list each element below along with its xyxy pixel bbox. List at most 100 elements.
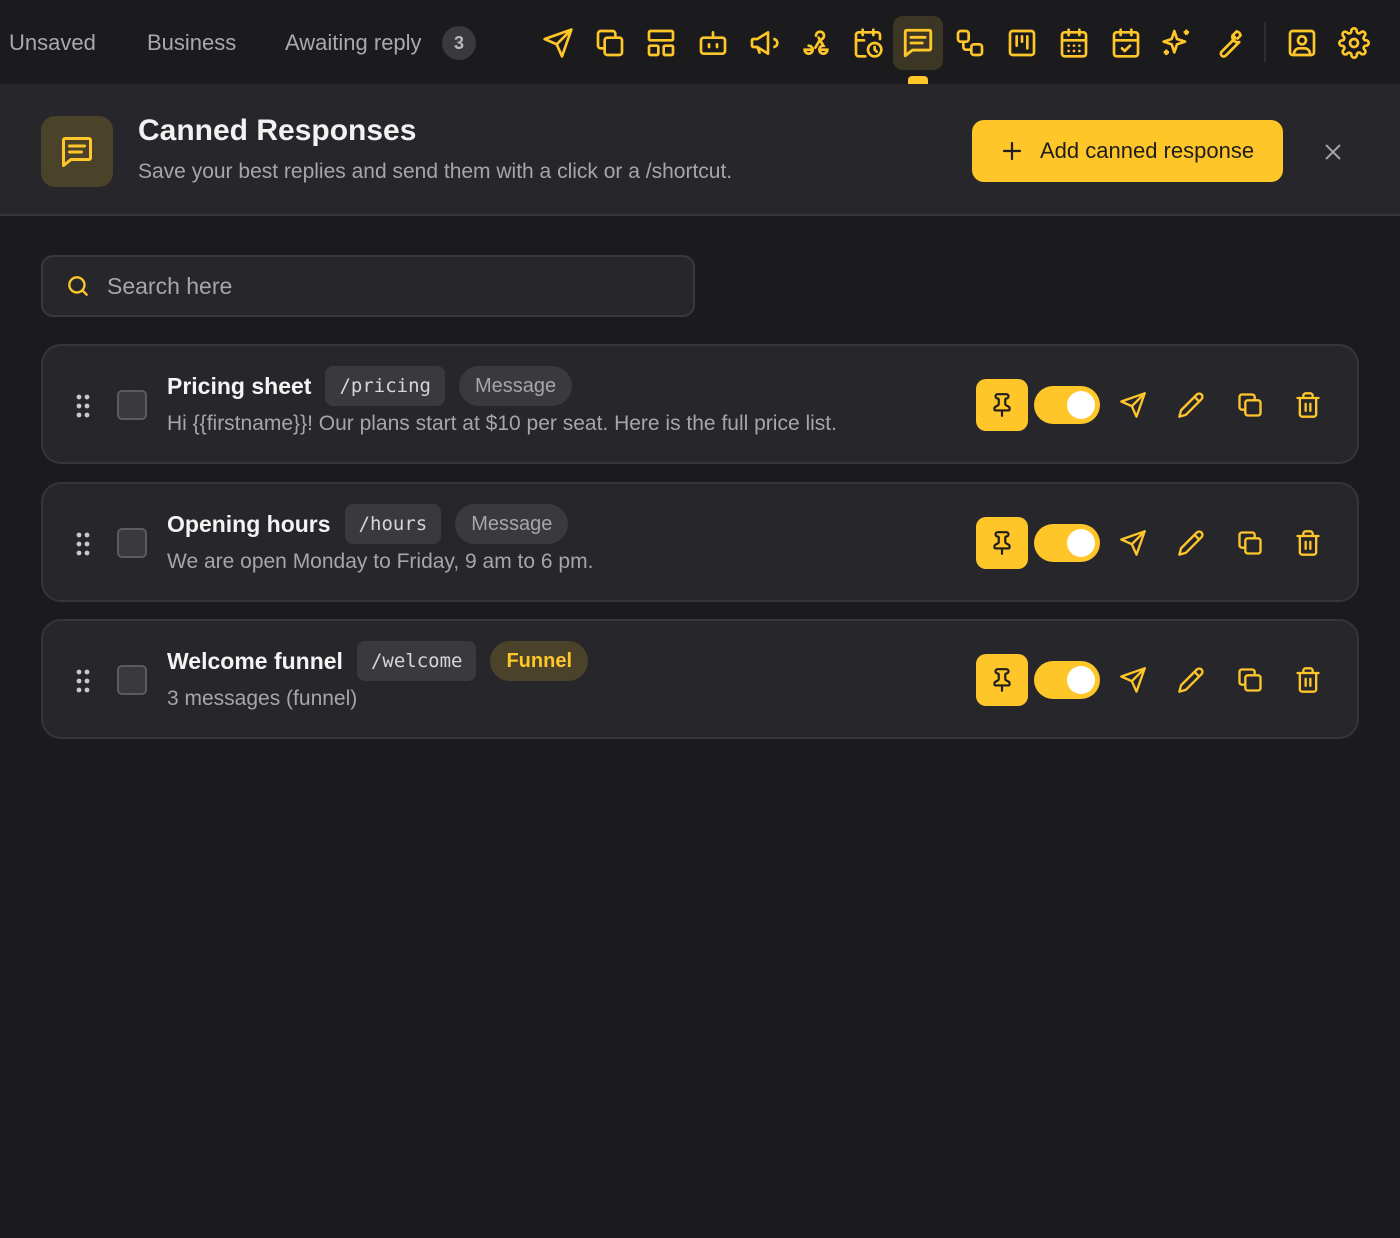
broadcast-tool-button[interactable]: [739, 16, 789, 70]
webhook-tool-button[interactable]: [791, 16, 841, 70]
canned-response-card: Pricing sheet /pricing Message Hi {{firs…: [41, 344, 1359, 464]
enabled-toggle[interactable]: [1034, 386, 1100, 424]
close-icon: [1325, 144, 1341, 160]
robot-icon: [699, 31, 727, 55]
delete-button[interactable]: [1291, 526, 1325, 560]
layout-tool-button[interactable]: [636, 16, 686, 70]
response-shortcut: /pricing: [325, 366, 445, 406]
calendar-clock-icon: [854, 28, 883, 58]
calendar-check-icon: [1112, 28, 1140, 58]
toggle-knob: [1067, 529, 1095, 557]
top-bar: Unsaved Business Awaiting reply 3: [0, 0, 1400, 84]
trash-icon: [1296, 392, 1320, 418]
appointments-tool-button[interactable]: [1101, 16, 1151, 70]
enabled-toggle[interactable]: [1034, 524, 1100, 562]
pin-button[interactable]: [976, 517, 1028, 569]
search-icon: [68, 276, 88, 296]
send-icon: [543, 28, 573, 58]
pin-icon: [993, 668, 1011, 692]
toggle-knob: [1067, 666, 1095, 694]
drag-handle-icon[interactable]: [76, 669, 90, 693]
trash-icon: [1296, 530, 1320, 556]
filter-tab-awaiting-reply[interactable]: Awaiting reply: [285, 26, 422, 60]
pin-button[interactable]: [976, 654, 1028, 706]
webhook-icon: [803, 30, 829, 55]
send-icon: [1120, 667, 1146, 693]
calendar-tool-button[interactable]: [1049, 16, 1099, 70]
delete-button[interactable]: [1291, 663, 1325, 697]
select-checkbox[interactable]: [117, 390, 147, 420]
sparkles-icon: [1162, 29, 1189, 55]
send-tool-button[interactable]: [533, 16, 583, 70]
message-square-icon: [903, 28, 933, 58]
filter-tab-unsaved[interactable]: Unsaved: [9, 26, 96, 60]
duplicate-button[interactable]: [1233, 663, 1267, 697]
add-canned-response-button[interactable]: Add canned response: [972, 120, 1283, 182]
kanban-icon: [1008, 29, 1036, 57]
copy-tool-button[interactable]: [585, 16, 635, 70]
pin-button[interactable]: [976, 379, 1028, 431]
canned-response-card: Opening hours /hours Message We are open…: [41, 482, 1359, 602]
kanban-tool-button[interactable]: [997, 16, 1047, 70]
response-title: Opening hours: [167, 510, 331, 537]
awaiting-reply-count-badge: 3: [442, 26, 476, 60]
send-icon: [1120, 392, 1146, 418]
delete-button[interactable]: [1291, 388, 1325, 422]
toolbar-divider: [1264, 22, 1266, 62]
plus-icon: [1002, 141, 1022, 161]
layout-icon: [647, 29, 675, 57]
drag-handle-icon[interactable]: [76, 532, 90, 556]
page-header: Canned Responses Save your best replies …: [0, 84, 1400, 216]
ai-tool-button[interactable]: [1152, 16, 1202, 70]
edit-button[interactable]: [1174, 388, 1208, 422]
pin-icon: [993, 531, 1011, 555]
close-button[interactable]: [1316, 135, 1350, 169]
pencil-icon: [1178, 530, 1204, 556]
header-icon-box: [41, 116, 113, 187]
page-title: Canned Responses: [138, 114, 417, 147]
schedule-tool-button[interactable]: [843, 16, 893, 70]
pin-icon: [993, 393, 1011, 417]
search-input[interactable]: [107, 272, 693, 300]
calendar-grid-icon: [1060, 28, 1088, 58]
duplicate-button[interactable]: [1233, 526, 1267, 560]
add-canned-response-label: Add canned response: [1040, 138, 1255, 163]
copy-icon: [1238, 668, 1262, 692]
edit-button[interactable]: [1174, 526, 1208, 560]
workflow-icon: [956, 29, 984, 57]
pencil-icon: [1178, 392, 1204, 418]
drag-handle-icon[interactable]: [76, 394, 90, 418]
response-preview: We are open Monday to Friday, 9 am to 6 …: [167, 550, 594, 573]
trash-icon: [1296, 667, 1320, 693]
select-checkbox[interactable]: [117, 665, 147, 695]
wrench-icon: [1219, 30, 1242, 58]
response-preview: 3 messages (funnel): [167, 687, 358, 710]
filter-tab-business[interactable]: Business: [147, 26, 236, 60]
response-type-badge: Message: [458, 366, 573, 406]
megaphone-icon: [750, 31, 779, 55]
send-button[interactable]: [1116, 663, 1150, 697]
settings-tool-button[interactable]: [1329, 16, 1379, 70]
enabled-toggle[interactable]: [1034, 661, 1100, 699]
edit-button[interactable]: [1174, 663, 1208, 697]
duplicate-button[interactable]: [1233, 388, 1267, 422]
response-preview: Hi {{firstname}}! Our plans start at $10…: [167, 412, 837, 435]
active-tool-indicator: [908, 76, 928, 84]
contacts-tool-button[interactable]: [1277, 16, 1327, 70]
send-button[interactable]: [1116, 526, 1150, 560]
bot-tool-button[interactable]: [688, 16, 738, 70]
send-button[interactable]: [1116, 388, 1150, 422]
canned-responses-tool-button[interactable]: [893, 16, 943, 70]
select-checkbox[interactable]: [117, 528, 147, 558]
toggle-knob: [1067, 391, 1095, 419]
tools-tool-button[interactable]: [1204, 16, 1254, 70]
settings-icon: [1338, 27, 1370, 59]
copy-icon: [1238, 393, 1262, 417]
page-subtitle: Save your best replies and send them wit…: [138, 160, 733, 183]
response-title: Pricing sheet: [167, 372, 312, 399]
workflow-tool-button[interactable]: [945, 16, 995, 70]
search-box: [41, 255, 695, 317]
response-type-badge: Message: [455, 504, 569, 544]
response-shortcut: /hours: [344, 504, 442, 544]
message-square-icon: [62, 136, 92, 167]
